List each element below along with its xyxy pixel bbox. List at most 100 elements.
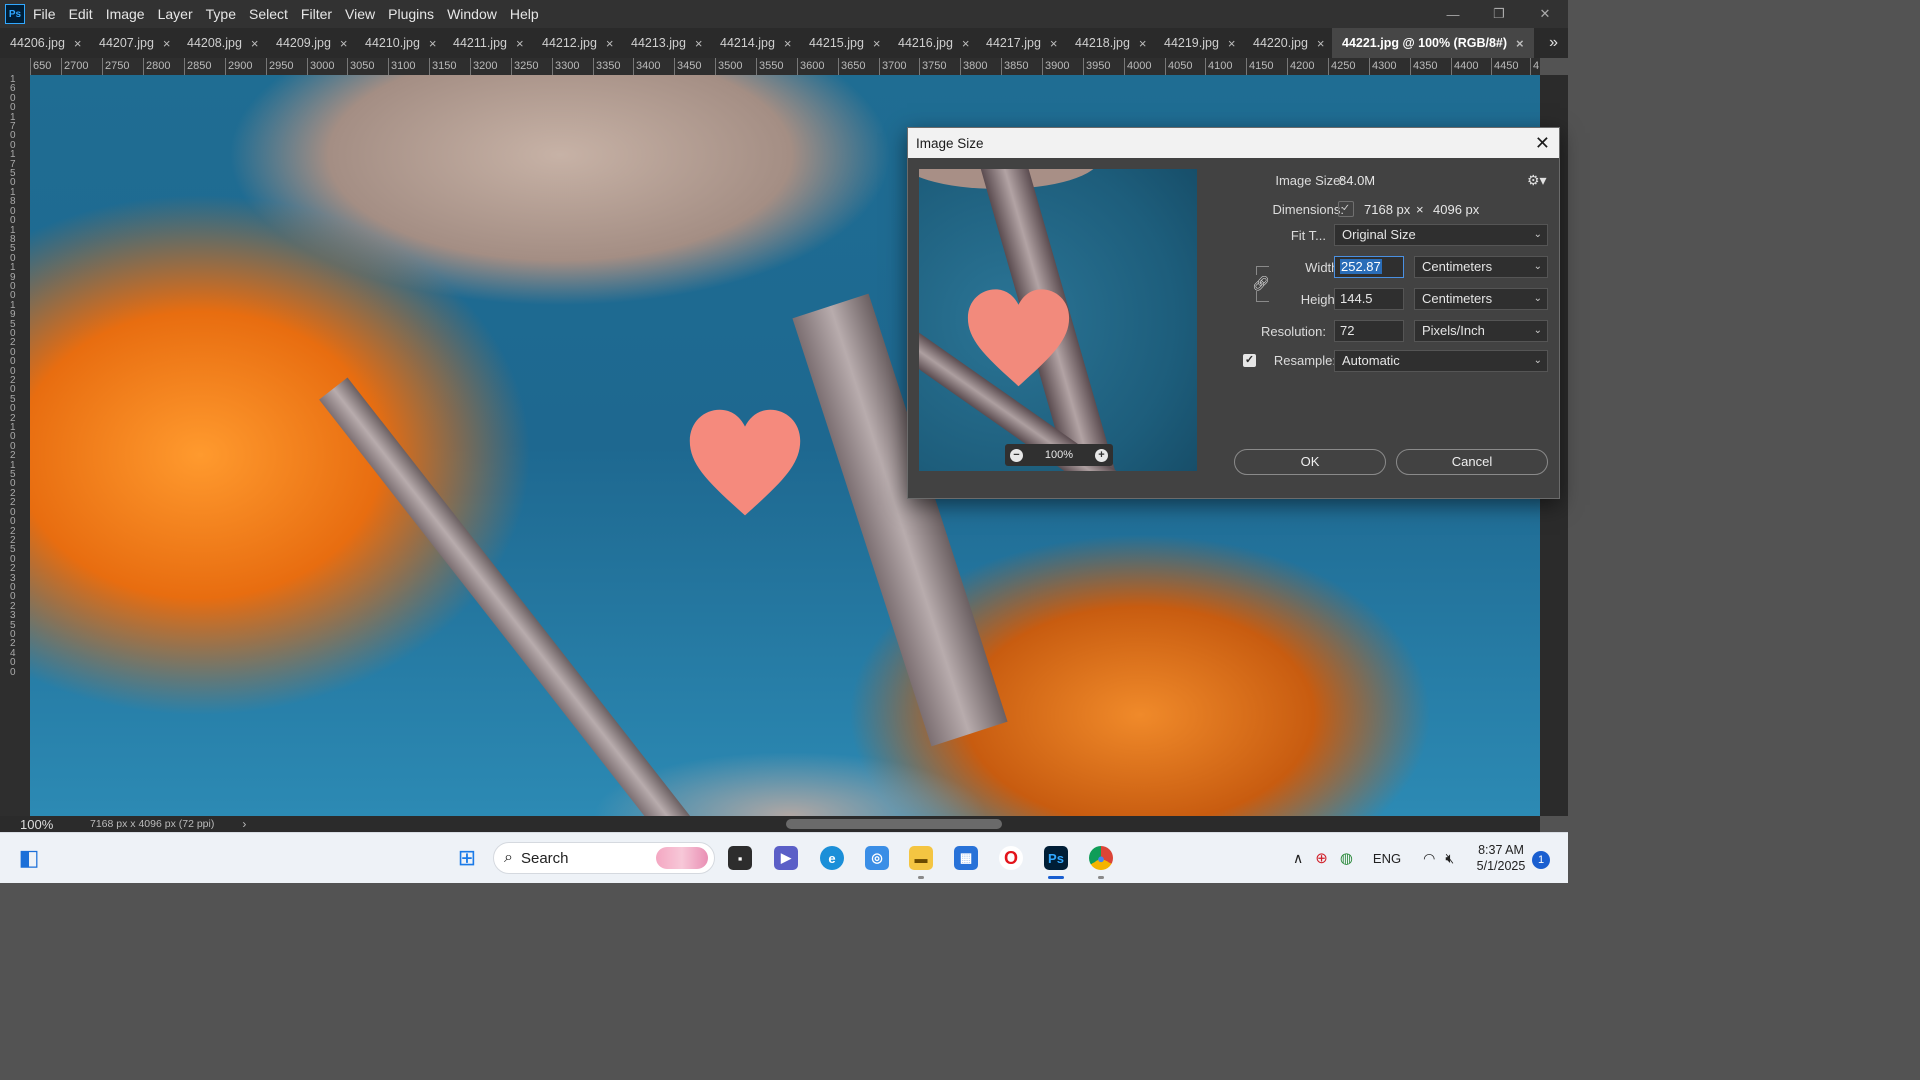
- tab-close-icon[interactable]: ×: [163, 36, 171, 51]
- document-tab[interactable]: 44210.jpg ×: [365, 28, 437, 58]
- status-menu-arrow-icon[interactable]: ›: [242, 817, 246, 831]
- chrome-browser-icon[interactable]: ●: [1089, 846, 1113, 870]
- menu-type[interactable]: Type: [206, 6, 236, 22]
- menu-help[interactable]: Help: [510, 6, 539, 22]
- document-tab[interactable]: 44212.jpg ×: [542, 28, 614, 58]
- ruler-tick: 3300: [551, 58, 580, 75]
- document-tab[interactable]: 44206.jpg ×: [10, 28, 82, 58]
- tab-close-icon[interactable]: ×: [1228, 36, 1236, 51]
- menu-edit[interactable]: Edit: [69, 6, 93, 22]
- taskbar-search[interactable]: ⌕ Search: [493, 842, 715, 874]
- photoshop-taskbar-icon[interactable]: Ps: [1044, 846, 1068, 870]
- document-tab[interactable]: 44218.jpg ×: [1075, 28, 1147, 58]
- tab-close-icon[interactable]: ×: [1139, 36, 1147, 51]
- tab-overflow-icon[interactable]: »: [1549, 28, 1558, 58]
- document-tab[interactable]: 44213.jpg ×: [631, 28, 703, 58]
- tray-app-icon[interactable]: ⊕: [1315, 849, 1328, 867]
- document-tab[interactable]: 44209.jpg ×: [276, 28, 348, 58]
- height-input[interactable]: 144.5: [1334, 288, 1404, 310]
- resolution-input[interactable]: 72: [1334, 320, 1404, 342]
- ruler-tick: 3800: [959, 58, 988, 75]
- tab-close-icon[interactable]: ×: [873, 36, 881, 51]
- speaker-muted-icon[interactable]: 🔇︎: [1445, 850, 1454, 867]
- tab-label: 44213.jpg: [631, 36, 686, 50]
- menu-select[interactable]: Select: [249, 6, 288, 22]
- gear-icon[interactable]: ⚙▾: [1527, 172, 1547, 189]
- widgets-icon[interactable]: ◧: [17, 845, 41, 870]
- tab-close-icon[interactable]: ×: [340, 36, 348, 51]
- tab-close-icon[interactable]: ×: [606, 36, 614, 51]
- ruler-tick: 650: [29, 58, 52, 75]
- tab-close-icon[interactable]: ×: [1317, 36, 1325, 51]
- chevron-up-icon[interactable]: ∧: [1293, 850, 1303, 867]
- document-tab[interactable]: 44207.jpg ×: [99, 28, 171, 58]
- minimize-icon[interactable]: —: [1430, 0, 1476, 28]
- tab-label: 44218.jpg: [1075, 36, 1130, 50]
- document-tab[interactable]: 44220.jpg ×: [1253, 28, 1325, 58]
- resample-dropdown[interactable]: Automatic ⌄: [1334, 350, 1548, 372]
- document-tab[interactable]: 44208.jpg ×: [187, 28, 259, 58]
- dialog-close-icon[interactable]: ✕: [1535, 133, 1550, 154]
- file-explorer-icon[interactable]: ▬: [909, 846, 933, 870]
- close-window-icon[interactable]: ✕: [1522, 0, 1568, 28]
- document-tab[interactable]: 44211.jpg ×: [453, 28, 524, 58]
- document-tab-active[interactable]: 44221.jpg @ 100% (RGB/8#) ×: [1332, 28, 1534, 58]
- horizontal-scrollbar[interactable]: [250, 816, 1540, 832]
- document-tab[interactable]: 44216.jpg ×: [898, 28, 970, 58]
- wifi-icon[interactable]: ◠: [1423, 850, 1435, 867]
- tab-label: 44212.jpg: [542, 36, 597, 50]
- tab-label: 44215.jpg: [809, 36, 864, 50]
- tab-close-icon[interactable]: ×: [429, 36, 437, 51]
- start-windows-icon[interactable]: ⊞: [455, 845, 479, 870]
- menu-view[interactable]: View: [345, 6, 375, 22]
- tab-close-icon[interactable]: ×: [1516, 36, 1524, 51]
- photoshop-logo-icon[interactable]: Ps: [5, 4, 25, 24]
- width-input[interactable]: 252.87: [1334, 256, 1404, 278]
- tray-globe-icon[interactable]: ◍: [1340, 849, 1353, 867]
- document-tab[interactable]: 44217.jpg ×: [986, 28, 1058, 58]
- notification-badge[interactable]: 1: [1532, 851, 1550, 869]
- constrain-proportions-link-icon[interactable]: 🔗︎: [1252, 275, 1270, 291]
- document-tab[interactable]: 44215.jpg ×: [809, 28, 881, 58]
- menu-image[interactable]: Image: [106, 6, 145, 22]
- zoom-level[interactable]: 100%: [0, 817, 90, 832]
- tab-close-icon[interactable]: ×: [1050, 36, 1058, 51]
- menu-filter[interactable]: Filter: [301, 6, 332, 22]
- menu-layer[interactable]: Layer: [158, 6, 193, 22]
- document-tab[interactable]: 44214.jpg ×: [720, 28, 792, 58]
- tab-close-icon[interactable]: ×: [74, 36, 82, 51]
- ruler-tick: 3550: [755, 58, 784, 75]
- language-indicator[interactable]: ENG: [1373, 851, 1401, 866]
- zoom-out-icon[interactable]: −: [1010, 448, 1023, 462]
- document-tab[interactable]: 44219.jpg ×: [1164, 28, 1236, 58]
- menu-file[interactable]: File: [33, 6, 56, 22]
- restore-icon[interactable]: ❐: [1476, 0, 1522, 28]
- ok-button[interactable]: OK: [1234, 449, 1386, 475]
- menu-window[interactable]: Window: [447, 6, 497, 22]
- fit-to-dropdown[interactable]: Original Size ⌄: [1334, 224, 1548, 246]
- cancel-button[interactable]: Cancel: [1396, 449, 1548, 475]
- preview-zoom-control: − 100% +: [1005, 444, 1113, 466]
- image-preview[interactable]: − 100% +: [919, 169, 1197, 471]
- status-bar: 100% 7168 px x 4096 px (72 ppi) ›: [0, 816, 250, 832]
- task-view-icon[interactable]: ▪: [728, 846, 752, 870]
- width-unit-dropdown[interactable]: Centimeters ⌄: [1414, 256, 1548, 278]
- tab-close-icon[interactable]: ×: [962, 36, 970, 51]
- tab-close-icon[interactable]: ×: [516, 36, 524, 51]
- menu-plugins[interactable]: Plugins: [388, 6, 434, 22]
- microsoft-store-icon[interactable]: ▦: [954, 846, 978, 870]
- dimensions-unit-dropdown-icon[interactable]: ✓: [1338, 201, 1354, 217]
- tab-close-icon[interactable]: ×: [784, 36, 792, 51]
- resolution-unit-dropdown[interactable]: Pixels/Inch ⌄: [1414, 320, 1548, 342]
- snipping-tool-icon[interactable]: ◎: [865, 846, 889, 870]
- tab-close-icon[interactable]: ×: [695, 36, 703, 51]
- search-highlight-image: [656, 847, 708, 869]
- edge-browser-icon[interactable]: e: [820, 846, 844, 870]
- taskbar-clock[interactable]: 8:37 AM 5/1/2025: [1470, 842, 1532, 874]
- horizontal-scrollbar-thumb[interactable]: [786, 819, 1002, 829]
- opera-browser-icon[interactable]: O: [999, 846, 1023, 870]
- zoom-in-icon[interactable]: +: [1094, 448, 1108, 462]
- teams-icon[interactable]: ▶: [774, 846, 798, 870]
- tab-close-icon[interactable]: ×: [251, 36, 259, 51]
- height-unit-dropdown[interactable]: Centimeters ⌄: [1414, 288, 1548, 310]
